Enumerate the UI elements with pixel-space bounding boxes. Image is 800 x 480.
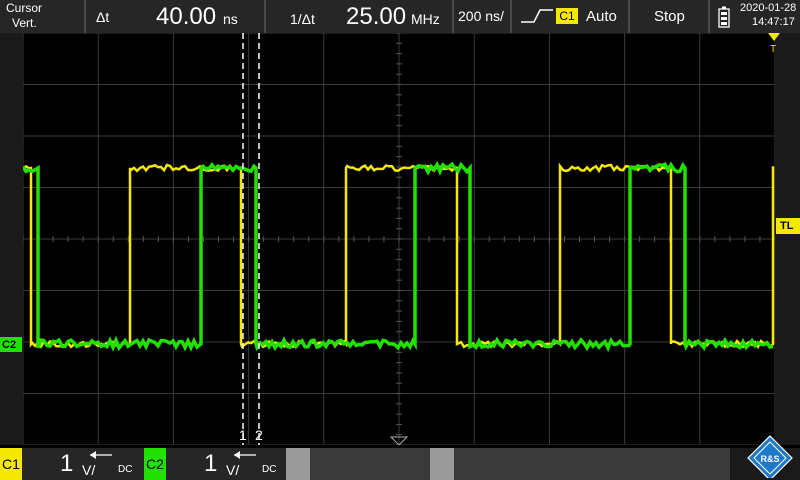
c2-probe-arrow-icon (232, 450, 258, 460)
trigger-source-badge: C1 (556, 8, 578, 24)
inv-delta-t-label: 1/Δt (290, 11, 315, 27)
status-area: 2020-01-28 14:47:17 (710, 0, 800, 33)
run-state: Stop (654, 8, 685, 25)
logo-area[interactable]: R&S (730, 448, 800, 480)
run-stop-button[interactable]: Stop (630, 0, 708, 33)
trigger-position-marker[interactable]: T (768, 33, 780, 57)
delta-t-unit: ns (223, 11, 238, 27)
inv-delta-t-unit: MHz (411, 11, 440, 27)
c2-scale: 1 (204, 450, 217, 478)
trigger-mode: Auto (586, 8, 617, 25)
timebase-value: 200 ns/ (458, 8, 504, 24)
c1-unit: V/ (82, 462, 95, 478)
top-toolbar: Cursor Vert. Δt 40.00 ns 1/Δt 25.00 MHz … (0, 0, 800, 33)
rising-edge-icon (520, 8, 554, 24)
cursor-mode: Vert. (12, 16, 37, 30)
trigger-arrow-icon (768, 33, 780, 43)
time: 14:47:17 (752, 16, 795, 28)
cursor-info-button[interactable]: Cursor Vert. (0, 0, 84, 33)
cursor2-label: 2 (255, 428, 263, 442)
waveform-display[interactable]: 1 2 (23, 33, 775, 445)
c1-coupling: DC (118, 464, 132, 475)
channel-c2-button[interactable]: C2 1 V/ DC (144, 448, 286, 480)
date: 2020-01-28 (740, 2, 796, 14)
timebase-button[interactable]: 200 ns/ (454, 0, 510, 33)
battery-icon (718, 6, 730, 28)
channel-bar: C1 1 V/ DC C2 1 V/ DC R&S (0, 448, 800, 480)
c2-marker-label: C2 (2, 338, 16, 352)
inv-delta-t-value: 25.00 (346, 3, 406, 31)
c2-label: C2 (144, 448, 166, 480)
channel-c1-button[interactable]: C1 1 V/ DC (0, 448, 144, 480)
c2-coupling: DC (262, 464, 276, 475)
trigger-level-label: TL (780, 219, 793, 233)
svg-text:R&S: R&S (760, 454, 779, 464)
right-marker-strip (775, 33, 800, 445)
channel-slot-empty-3[interactable] (430, 448, 454, 480)
c1-probe-arrow-icon (88, 450, 114, 460)
channel-slot-empty-2[interactable] (312, 448, 428, 480)
inverse-delta-t-readout[interactable]: 1/Δt 25.00 MHz (266, 0, 452, 33)
channel-slot-empty-1[interactable] (286, 448, 310, 480)
delta-t-readout[interactable]: Δt 40.00 ns (86, 0, 264, 33)
c2-unit: V/ (226, 462, 239, 478)
cursor1-label: 1 (239, 428, 247, 442)
channel-slot-empty-4[interactable] (456, 448, 572, 480)
graticule (23, 33, 775, 445)
trigger-button[interactable]: C1 Auto (512, 0, 628, 33)
c2-offset-marker[interactable]: C2 (0, 337, 22, 352)
delta-t-label: Δt (96, 9, 109, 25)
delta-t-value: 40.00 (156, 3, 216, 31)
trigger-marker-label: T (770, 43, 776, 57)
trace-c1 (23, 165, 773, 347)
channel-slot-empty-5[interactable] (574, 448, 728, 480)
waveform-svg (23, 33, 775, 445)
c1-scale: 1 (60, 450, 73, 478)
left-marker-strip (0, 33, 23, 445)
cursor-title: Cursor (6, 1, 42, 15)
rs-logo: R&S (738, 434, 798, 478)
trace-c2 (23, 164, 773, 348)
trigger-level-marker[interactable]: TL (776, 218, 800, 234)
c1-label: C1 (0, 448, 22, 480)
